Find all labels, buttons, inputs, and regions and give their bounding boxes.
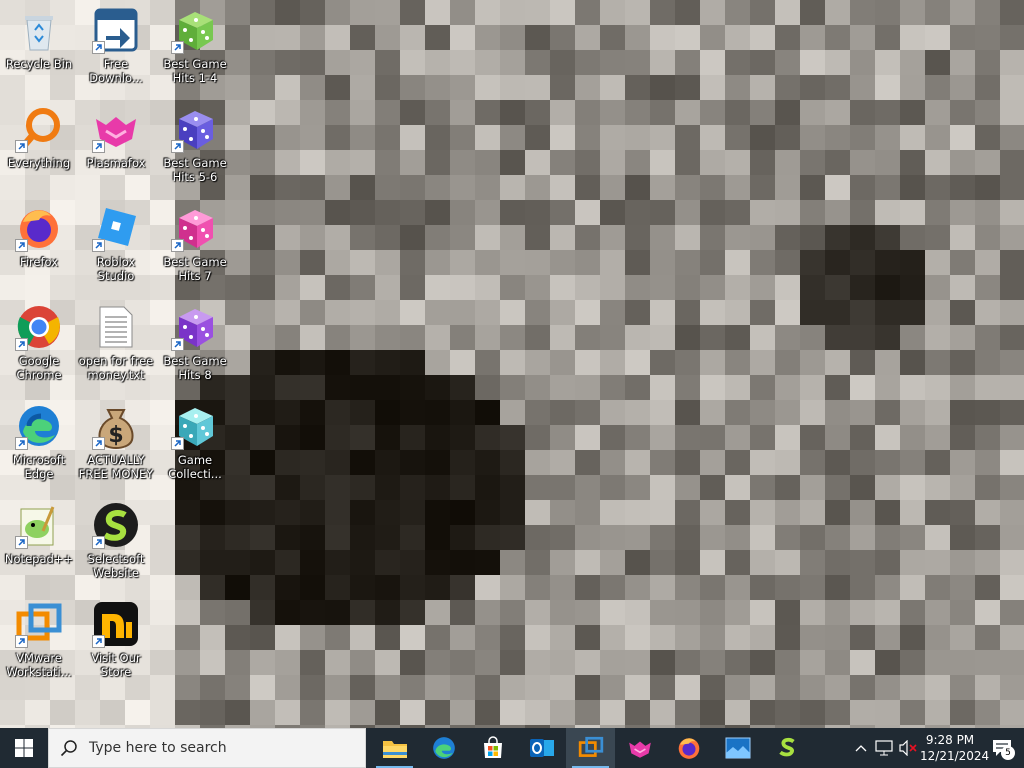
desktop-icon-best-game-hits-5-6[interactable]: Best Game Hits 5-6 <box>157 99 233 191</box>
desktop-icon-best-game-hits-1-4[interactable]: Best Game Hits 1-4 <box>157 0 233 92</box>
desktop-icon-plasmafox[interactable]: Plasmafox <box>78 99 154 191</box>
firefox-icon <box>678 738 699 759</box>
desktop-icon-game-collection[interactable]: Game Collecti... <box>157 396 233 488</box>
taskbar-plasmafox[interactable] <box>615 728 664 768</box>
shortcut-arrow-icon <box>92 239 105 252</box>
desktop-icon-free-download-manager[interactable]: Free Downlo... <box>78 0 154 92</box>
taskbar-outlook[interactable] <box>517 728 566 768</box>
system-tray: 9:28 PM 12/21/2024 5 <box>850 728 1024 768</box>
taskbar-microsoft-store[interactable] <box>468 728 517 768</box>
dice-purple-icon <box>171 303 219 351</box>
outlook-icon <box>529 739 554 757</box>
svg-text:$: $ <box>108 423 123 448</box>
taskbar-firefox[interactable] <box>664 728 713 768</box>
shortcut-arrow-icon <box>171 437 184 450</box>
shortcut-arrow-icon <box>171 140 184 153</box>
recycle-bin-icon <box>15 6 63 54</box>
start-button[interactable] <box>0 728 48 768</box>
taskbar-edge[interactable] <box>419 728 468 768</box>
desktop-icon-text-file[interactable]: open for free money.txt <box>78 297 154 389</box>
shortcut-arrow-icon <box>15 536 28 549</box>
shortcut-arrow-icon <box>15 338 28 351</box>
show-hidden-icons-chevron-icon[interactable] <box>850 744 872 752</box>
shortcut-arrow-icon <box>92 140 105 153</box>
taskbar-clock[interactable]: 9:28 PM 12/21/2024 <box>920 732 990 764</box>
text-file-icon <box>92 303 140 351</box>
edge-icon <box>432 737 455 759</box>
desktop-icon-best-game-hits-8[interactable]: Best Game Hits 8 <box>157 297 233 389</box>
shortcut-arrow-icon <box>15 635 28 648</box>
plasmafox-icon <box>628 741 651 758</box>
volume-muted-icon[interactable] <box>896 740 920 756</box>
desktop-icon-best-game-hits-7[interactable]: Best Game Hits 7 <box>157 198 233 290</box>
vmware-workstation-icon <box>15 600 63 648</box>
taskbar: Type here to search 9:28 PM 12/21/2024 5 <box>0 728 1024 768</box>
dice-cyan-icon <box>171 402 219 450</box>
notification-count-badge: 5 <box>1001 746 1015 760</box>
desktop-icon-notepad-plus-plus[interactable]: Notepad++ <box>1 495 77 587</box>
vmware-icon <box>578 736 603 757</box>
dice-pink-icon <box>171 204 219 252</box>
file-explorer-icon <box>382 741 407 758</box>
money-bag-icon: $ <box>92 402 140 450</box>
photos-icon <box>725 737 750 759</box>
action-center-button[interactable]: 5 <box>980 728 1024 768</box>
desktop-icon-roblox-studio[interactable]: Roblox Studio <box>78 198 154 290</box>
everything-search-icon <box>15 105 63 153</box>
desktop-icon-google-chrome[interactable]: Google Chrome <box>1 297 77 389</box>
network-icon[interactable] <box>872 740 896 756</box>
shortcut-arrow-icon <box>15 437 28 450</box>
desktop-icon-recycle-bin[interactable]: Recycle Bin <box>1 0 77 92</box>
shortcut-arrow-icon <box>15 140 28 153</box>
desktop-icon-vmware-workstation[interactable]: VMware Workstati... <box>1 594 77 686</box>
shortcut-arrow-icon <box>92 437 105 450</box>
windows-logo-icon <box>15 739 33 757</box>
desktop-icon-selectsoft-website[interactable]: Selectsoft Website <box>78 495 154 587</box>
selectsoft-icon <box>778 737 795 757</box>
taskbar-photos[interactable] <box>713 728 762 768</box>
edge-icon <box>15 402 63 450</box>
notepad-plus-plus-icon <box>15 501 63 549</box>
desktop-icon-actually-free-money[interactable]: $ ACTUALLY FREE MONEY <box>78 396 154 488</box>
firefox-icon <box>15 204 63 252</box>
selectsoft-icon <box>92 501 140 549</box>
dice-green-icon <box>171 6 219 54</box>
taskbar-file-explorer[interactable] <box>370 728 419 768</box>
dice-blue-icon <box>171 105 219 153</box>
taskbar-selectsoft[interactable] <box>762 728 811 768</box>
shortcut-arrow-icon <box>92 41 105 54</box>
clock-time: 9:28 PM <box>925 733 975 747</box>
shortcut-arrow-icon <box>171 41 184 54</box>
roblox-studio-icon <box>92 204 140 252</box>
desktop-icon-everything[interactable]: Everything <box>1 99 77 191</box>
shortcut-arrow-icon <box>171 239 184 252</box>
search-icon <box>49 739 89 757</box>
store-icon <box>92 600 140 648</box>
desktop-icon-firefox[interactable]: Firefox <box>1 198 77 290</box>
plasmafox-icon <box>92 105 140 153</box>
free-download-manager-icon <box>92 6 140 54</box>
desktop-icon-microsoft-edge[interactable]: Microsoft Edge <box>1 396 77 488</box>
shortcut-arrow-icon <box>171 338 184 351</box>
shortcut-arrow-icon <box>15 239 28 252</box>
shortcut-arrow-icon <box>92 635 105 648</box>
shortcut-arrow-icon <box>92 536 105 549</box>
chrome-icon <box>15 303 63 351</box>
microsoft-store-icon <box>483 736 502 758</box>
taskbar-search-box[interactable]: Type here to search <box>48 728 366 768</box>
taskbar-vmware[interactable] <box>566 728 615 768</box>
desktop-icon-visit-our-store[interactable]: Visit Our Store <box>78 594 154 686</box>
search-placeholder: Type here to search <box>89 740 227 756</box>
clock-date: 12/21/2024 <box>920 749 990 763</box>
